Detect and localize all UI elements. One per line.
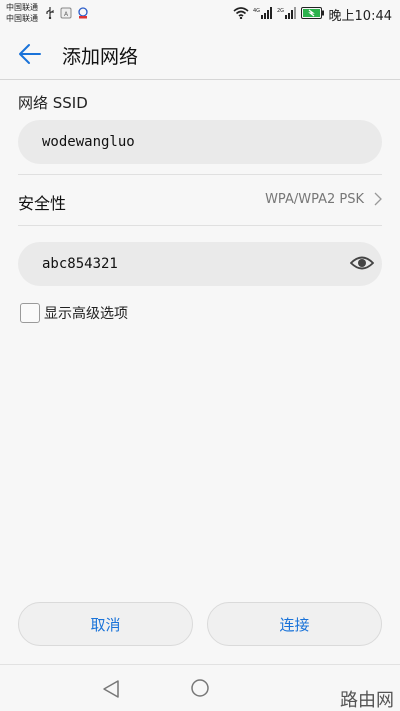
page-title: 添加网络 xyxy=(62,46,139,68)
svg-text:4G: 4G xyxy=(253,8,260,14)
divider xyxy=(18,225,382,226)
back-button[interactable] xyxy=(12,38,48,70)
navigation-bar: 路由网 xyxy=(0,664,400,711)
svg-text:2G: 2G xyxy=(277,8,284,14)
watermark: 路由网 xyxy=(340,690,394,711)
system-status: 4G 2G 晚上10:44 xyxy=(233,5,392,24)
app-notification-icon xyxy=(77,7,89,19)
ssid-label: 网络 SSID xyxy=(18,94,88,112)
cancel-button[interactable]: 取消 xyxy=(18,602,193,646)
eye-icon[interactable] xyxy=(350,253,374,273)
signal-icon-2: 2G xyxy=(277,7,297,22)
chevron-right-icon xyxy=(374,192,382,206)
password-input[interactable]: abc854321 xyxy=(18,242,382,286)
clock: 晚上10:44 xyxy=(328,9,392,24)
security-label: 安全性 xyxy=(18,194,67,213)
security-value: WPA/WPA2 PSK xyxy=(265,192,364,207)
nav-back-icon[interactable] xyxy=(102,679,120,699)
nav-home-icon[interactable] xyxy=(190,678,210,698)
advanced-options-toggle[interactable]: 显示高级选项 xyxy=(20,303,128,323)
app-bar: 添加网络 xyxy=(0,28,400,80)
security-selector[interactable]: 安全性 WPA/WPA2 PSK xyxy=(0,175,400,225)
ssid-input[interactable]: wodewangluo xyxy=(18,120,382,164)
battery-charging-icon xyxy=(300,7,325,22)
arrow-left-icon xyxy=(19,44,41,64)
usb-icon xyxy=(45,7,55,19)
carrier-1: 中国联通 xyxy=(6,3,38,12)
carrier-info: 中国联通 中国联通 xyxy=(6,2,38,24)
wifi-icon xyxy=(233,7,249,22)
carrier-2: 中国联通 xyxy=(6,14,38,23)
notification-icons: A xyxy=(45,7,89,19)
sim-card-icon: A xyxy=(60,7,72,19)
status-bar: 中国联通 中国联通 A 4G 2G 晚上10:44 xyxy=(0,0,400,28)
advanced-options-label: 显示高级选项 xyxy=(44,306,128,322)
signal-icon-1: 4G xyxy=(253,7,273,22)
advanced-options-checkbox[interactable] xyxy=(20,303,40,323)
connect-button[interactable]: 连接 xyxy=(207,602,382,646)
